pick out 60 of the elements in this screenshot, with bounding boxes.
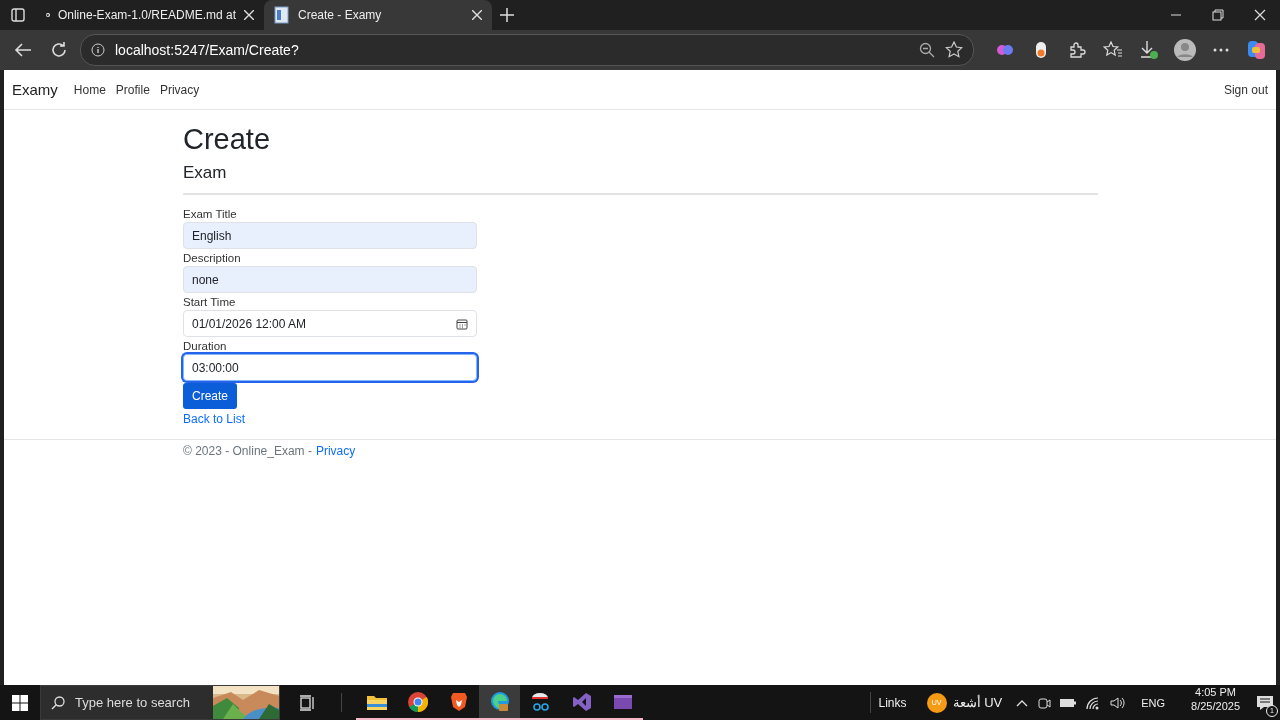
input-field[interactable]: none: [183, 266, 477, 293]
clock[interactable]: 4:05 PM 8/25/2025: [1181, 685, 1250, 720]
input-field[interactable]: English: [183, 222, 477, 249]
back-link[interactable]: Back to List: [183, 412, 246, 426]
field-label: Description: [183, 251, 242, 266]
extensions-icon[interactable]: [1068, 41, 1086, 59]
lion-icon[interactable]: [449, 691, 468, 712]
avatar-icon[interactable]: [1174, 39, 1196, 61]
tab-actions-icon[interactable]: [11, 8, 25, 22]
copilot-icon[interactable]: [1246, 39, 1268, 61]
meet-icon[interactable]: [1037, 695, 1052, 710]
info-icon: [91, 43, 105, 57]
privacy-link[interactable]: Privacy: [315, 444, 356, 458]
field-label: Duration: [183, 339, 228, 354]
star-icon[interactable]: [945, 41, 963, 59]
extension-pill-icon[interactable]: [1035, 41, 1047, 59]
field-label: Start Time: [183, 295, 237, 310]
restore-icon[interactable]: [1212, 9, 1224, 21]
volume-icon[interactable]: [1110, 695, 1127, 710]
close-icon[interactable]: [472, 10, 482, 20]
chrome-icon[interactable]: [407, 691, 428, 712]
battery-icon[interactable]: [1060, 697, 1077, 708]
calendar-icon[interactable]: [456, 317, 468, 330]
close-icon[interactable]: [1254, 9, 1266, 21]
sign-out-link[interactable]: Sign out: [1223, 82, 1268, 97]
browser-tab[interactable]: Online-Exam-1.0/README.md at: [36, 0, 264, 30]
taskbar-search-field[interactable]: Type here to search: [40, 685, 280, 720]
app-window-icon[interactable]: [612, 692, 633, 711]
more-icon[interactable]: [1213, 48, 1229, 52]
create-button[interactable]: Create: [183, 383, 238, 409]
chevron-up-icon[interactable]: [1016, 698, 1029, 707]
task-view-icon[interactable]: [298, 694, 315, 711]
page-icon: [274, 6, 290, 24]
brand-link[interactable]: Examy: [12, 81, 58, 98]
new-tab-icon[interactable]: [500, 8, 514, 22]
footer-text: © 2023 - Online_Exam -: [183, 444, 312, 458]
nav-link[interactable]: Privacy: [159, 82, 200, 97]
address-bar[interactable]: localhost:5247/Exam/Create?: [80, 34, 974, 66]
notification-icon[interactable]: [1256, 694, 1274, 711]
zoom-out-icon[interactable]: [919, 42, 935, 58]
edge-icon[interactable]: [488, 690, 511, 713]
nav-link[interactable]: Profile: [115, 82, 150, 97]
page-subtitle: Exam: [183, 162, 228, 184]
visual-studio-icon[interactable]: [571, 691, 592, 712]
datetime-field[interactable]: 01/01/2026 12:00 AM: [183, 310, 477, 337]
refresh-icon[interactable]: [50, 41, 68, 59]
windows-icon[interactable]: [12, 694, 28, 711]
page-title: Create: [183, 122, 272, 156]
taskbar-app[interactable]: [479, 685, 520, 720]
favorites-icon[interactable]: [1103, 41, 1123, 59]
browser-tab[interactable]: Create - Examy: [264, 0, 492, 30]
input-field[interactable]: 03:00:00: [183, 354, 477, 381]
field-label: Exam Title: [183, 207, 238, 222]
search-icon: [51, 695, 65, 710]
close-icon[interactable]: [244, 10, 254, 20]
downloads-icon[interactable]: [1139, 40, 1159, 60]
nav-link[interactable]: Home: [73, 82, 106, 97]
toolbar-label[interactable]: Links: [878, 695, 907, 710]
input-language[interactable]: ENG: [1135, 696, 1172, 709]
back-icon[interactable]: [14, 43, 32, 57]
